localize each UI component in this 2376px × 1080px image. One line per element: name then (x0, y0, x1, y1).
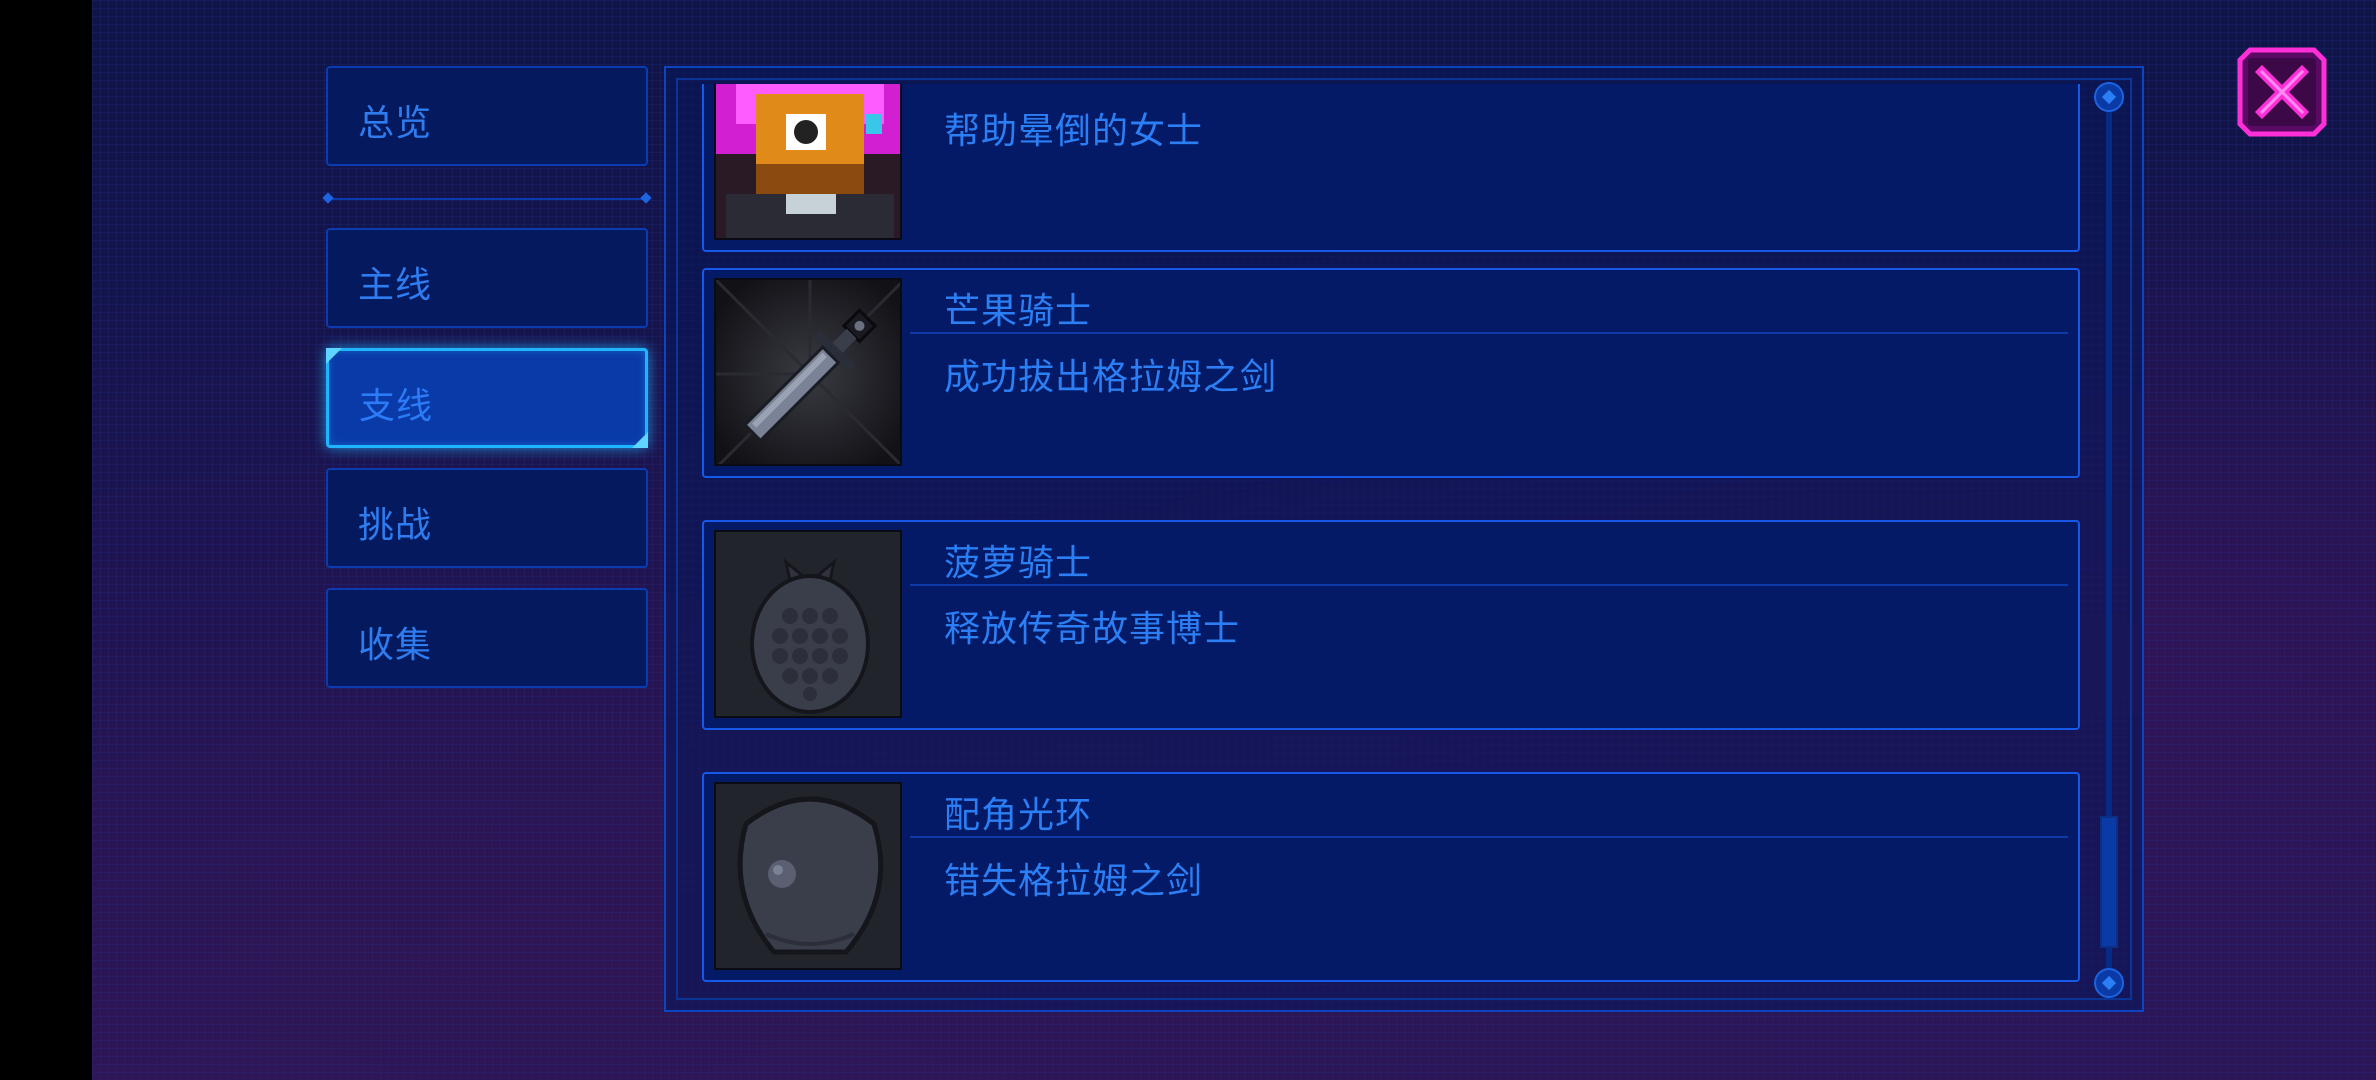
quest-title: 菠萝骑士 (944, 543, 1093, 584)
tab-collection-label: 收集 (358, 625, 433, 666)
quest-title: 配角光环 (944, 795, 1093, 836)
quest-list[interactable]: 帮助晕倒的女士 芒果骑士 成功拔出格拉姆之剑 菠萝骑士 释放传奇故事博士 配角光… (698, 84, 2084, 994)
tab-main-quest[interactable]: 主线 (326, 228, 648, 328)
close-icon (2237, 47, 2327, 137)
tab-main-quest-label: 主线 (358, 265, 433, 306)
tab-overview[interactable]: 总览 (326, 66, 648, 166)
tab-overview-label: 总览 (358, 103, 433, 144)
wizard-portrait-icon (714, 84, 902, 240)
tab-side-quest[interactable]: 支线 (326, 348, 648, 448)
quest-description: 成功拔出格拉姆之剑 (944, 357, 1278, 398)
scrollbar-thumb[interactable] (2100, 816, 2118, 948)
quest-divider (910, 584, 2068, 586)
tab-side-quest-label: 支线 (359, 386, 434, 427)
quest-card[interactable]: 帮助晕倒的女士 (702, 84, 2080, 252)
quest-title: 芒果骑士 (944, 291, 1093, 332)
bubble-icon (714, 782, 902, 970)
quest-description: 帮助晕倒的女士 (944, 111, 1204, 152)
sidebar-divider (326, 198, 648, 200)
tab-challenge[interactable]: 挑战 (326, 468, 648, 568)
quest-card[interactable]: 配角光环 错失格拉姆之剑 (702, 772, 2080, 982)
scroll-up-button[interactable] (2094, 82, 2124, 112)
quest-card[interactable]: 菠萝骑士 释放传奇故事博士 (702, 520, 2080, 730)
quest-divider (910, 332, 2068, 334)
quest-description: 错失格拉姆之剑 (944, 861, 1204, 902)
quest-description: 释放传奇故事博士 (944, 609, 1241, 650)
game-screen: 总览 主线 支线 挑战 收集 帮助晕倒的女士 芒果骑士 成功拔出格拉姆之剑 菠萝… (0, 0, 2376, 1080)
close-button[interactable] (2236, 46, 2328, 138)
sword-icon (714, 278, 902, 466)
tab-challenge-label: 挑战 (358, 505, 433, 546)
quest-divider (910, 836, 2068, 838)
quest-card[interactable]: 芒果骑士 成功拔出格拉姆之剑 (702, 268, 2080, 478)
scroll-down-button[interactable] (2094, 968, 2124, 998)
tab-collection[interactable]: 收集 (326, 588, 648, 688)
pineapple-icon (714, 530, 902, 718)
